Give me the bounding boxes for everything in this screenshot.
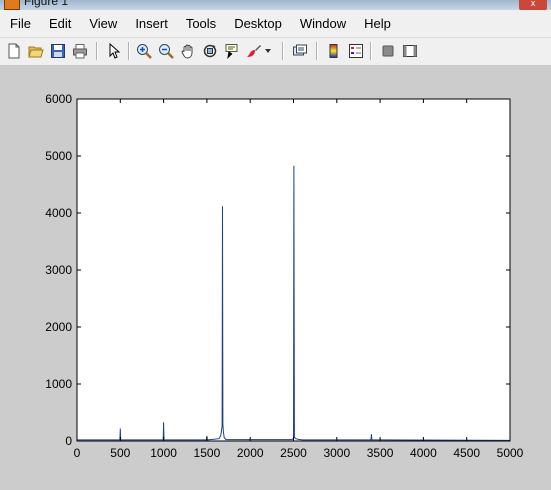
insert-legend-icon[interactable] — [346, 41, 366, 61]
menu-window[interactable]: Window — [290, 10, 354, 37]
figure-canvas: 0 500 1000 1500 2000 2500 3000 3500 4000 4500 5000… — [0, 66, 551, 490]
link-plot-icon[interactable] — [290, 41, 310, 61]
menu-file[interactable]: File — [0, 10, 39, 37]
y-tick-label: 6000 — [45, 92, 72, 106]
y-tick-label: 4000 — [45, 206, 72, 220]
toolbar-separator — [282, 42, 284, 60]
x-tick-label: 4000 — [410, 446, 437, 460]
print-icon[interactable] — [70, 41, 90, 61]
open-file-icon[interactable] — [26, 41, 46, 61]
y-tick-label: 5000 — [45, 149, 72, 163]
x-tick-label: 2000 — [237, 446, 264, 460]
zoom-in-icon[interactable] — [134, 41, 154, 61]
hide-plot-tools-icon[interactable] — [378, 41, 398, 61]
toolbar-separator — [128, 42, 130, 60]
x-tick-label: 2500 — [280, 446, 307, 460]
edit-plot-arrow-icon[interactable] — [104, 41, 124, 61]
title-bar: Figure 1 x — [0, 0, 551, 10]
y-tick-label: 0 — [65, 434, 72, 448]
x-tick-label: 5000 — [497, 446, 524, 460]
figure-app-icon — [4, 0, 20, 10]
toolbar-separator — [370, 42, 372, 60]
zoom-out-icon[interactable] — [156, 41, 176, 61]
x-tick-label: 3500 — [367, 446, 394, 460]
window-title: Figure 1 — [24, 0, 69, 8]
y-tick-label: 3000 — [45, 263, 72, 277]
brush-dropdown-icon[interactable] — [262, 41, 274, 61]
save-icon[interactable] — [48, 41, 68, 61]
close-button[interactable]: x — [519, 0, 547, 10]
menu-bar: File Edit View Insert Tools Desktop Wind… — [0, 10, 551, 38]
toolbar-separator — [96, 42, 98, 60]
show-plot-tools-icon[interactable] — [400, 41, 420, 61]
x-tick-label: 500 — [110, 446, 130, 460]
plot-svg[interactable]: 0 500 1000 1500 2000 2500 3000 3500 4000 4500 5000… — [0, 66, 551, 490]
menu-view[interactable]: View — [79, 10, 125, 37]
x-tick-label: 0 — [74, 446, 81, 460]
toolbar-separator — [316, 42, 318, 60]
y-tick-label: 2000 — [45, 320, 72, 334]
pan-hand-icon[interactable] — [178, 41, 198, 61]
x-tick-label: 1500 — [194, 446, 221, 460]
menu-edit[interactable]: Edit — [39, 10, 79, 37]
new-figure-icon[interactable] — [4, 41, 24, 61]
x-tick-label: 1000 — [150, 446, 177, 460]
x-tick-label: 4500 — [453, 446, 480, 460]
brush-icon[interactable] — [244, 41, 264, 61]
insert-colorbar-icon[interactable] — [324, 41, 344, 61]
data-cursor-icon[interactable] — [222, 41, 242, 61]
figure-toolbar — [0, 38, 551, 66]
menu-desktop[interactable]: Desktop — [224, 10, 290, 37]
y-tick-label: 1000 — [45, 377, 72, 391]
menu-tools[interactable]: Tools — [176, 10, 224, 37]
rotate-3d-icon[interactable] — [200, 41, 220, 61]
menu-insert[interactable]: Insert — [125, 10, 176, 37]
menu-help[interactable]: Help — [354, 10, 399, 37]
x-tick-label: 3000 — [323, 446, 350, 460]
